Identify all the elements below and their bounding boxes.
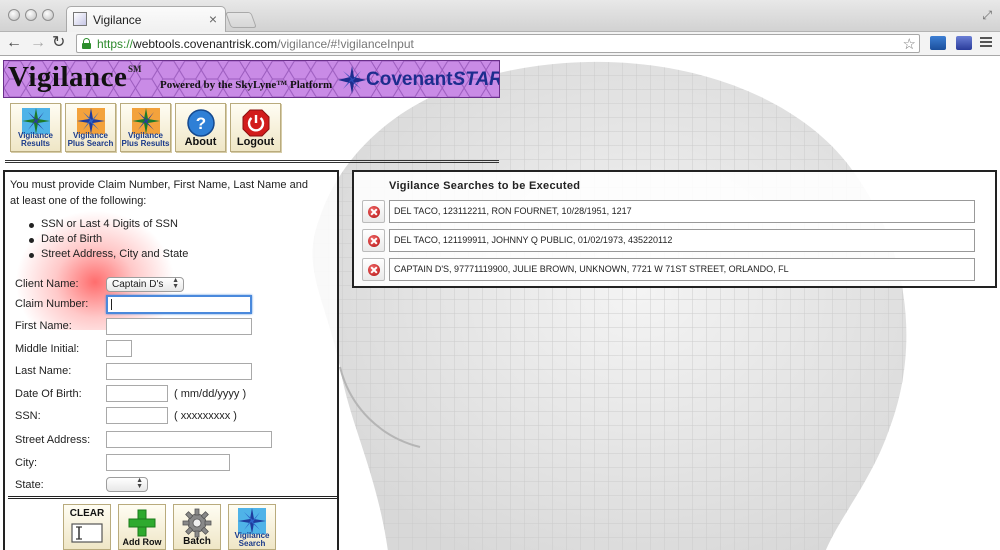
dob-label: Date Of Birth: [15, 388, 82, 400]
background-head-graphic [312, 61, 907, 550]
gear-icon [182, 508, 212, 538]
ssn-input[interactable] [106, 407, 168, 424]
queue-title: Vigilance Searches to be Executed [389, 180, 581, 192]
requirement-list: SSN or Last 4 Digits of SSN Date of Birt… [27, 217, 188, 262]
logout-button[interactable]: Logout [230, 103, 281, 152]
vigilance-search-button[interactable]: Vigilance Search [228, 504, 276, 550]
first-name-input[interactable] [106, 318, 252, 335]
close-icon[interactable]: × [209, 11, 217, 27]
delete-icon [368, 206, 380, 218]
select-arrows-icon: ▲ ▼ [172, 277, 179, 290]
middle-initial-input[interactable] [106, 340, 132, 357]
address-bar[interactable]: https://webtools.covenantrisk.com/vigila… [76, 34, 920, 53]
browser-titlebar: Vigilance × ⤢ [0, 0, 1000, 32]
svg-text:?: ? [195, 114, 205, 133]
help-icon: ? [186, 109, 215, 137]
list-item: Date of Birth [27, 232, 188, 247]
clear-field-icon [71, 523, 103, 543]
covenant-star-logo: CovenantSTAR✦ [366, 69, 500, 90]
add-row-button[interactable]: Add Row [118, 504, 166, 550]
delete-row-button[interactable] [362, 200, 385, 223]
dob-input[interactable] [106, 385, 168, 402]
page: Vigilance SM Powered by the SkyLyne™ Pla… [0, 57, 1000, 550]
form-instructions: You must provide Claim Number, First Nam… [10, 179, 308, 207]
street-address-label: Street Address: [15, 434, 91, 446]
plus-icon [128, 509, 156, 537]
street-address-input[interactable] [106, 431, 272, 448]
new-tab-button[interactable] [225, 12, 257, 28]
vigilance-plus-search-button[interactable]: Vigilance Plus Search [65, 103, 116, 152]
city-label: City: [15, 457, 37, 469]
tab-title: Vigilance [93, 13, 142, 27]
menu-icon[interactable] [980, 37, 992, 49]
covenant-star-icon [338, 66, 366, 94]
state-label: State: [15, 479, 44, 491]
select-arrows-icon: ▲ ▼ [136, 477, 143, 490]
form-divider [8, 496, 338, 499]
queue-row-text: DEL TACO, 121199911, JOHNNY Q PUBLIC, 01… [389, 229, 975, 252]
ssn-format-hint: ( xxxxxxxxx ) [174, 410, 237, 422]
search-input-panel: You must provide Claim Number, First Nam… [3, 170, 339, 550]
delete-row-button[interactable] [362, 229, 385, 252]
client-name-select[interactable]: Captain D's ▲ ▼ [106, 277, 184, 292]
queue-row: DEL TACO, 123112211, RON FOURNET, 10/28/… [362, 200, 975, 223]
delete-row-button[interactable] [362, 258, 385, 281]
browser-tab[interactable]: Vigilance × [66, 6, 226, 32]
extension-icon[interactable] [930, 36, 946, 50]
lock-icon [82, 38, 91, 49]
about-button[interactable]: ? About [175, 103, 226, 152]
print-icon[interactable] [956, 36, 972, 50]
middle-initial-label: Middle Initial: [15, 343, 80, 355]
client-name-label: Client Name: [15, 278, 79, 290]
ssn-label: SSN: [15, 410, 41, 422]
last-name-label: Last Name: [15, 365, 72, 377]
url-text: https://webtools.covenantrisk.com/vigila… [97, 37, 414, 51]
search-queue-panel: Vigilance Searches to be Executed DEL TA… [352, 170, 997, 288]
app-logo-text: Vigilance [8, 61, 128, 93]
back-icon[interactable]: ← [6, 34, 22, 52]
app-banner: Vigilance SM Powered by the SkyLyne™ Pla… [3, 60, 500, 98]
favicon-icon [73, 12, 87, 26]
powered-by-text: Powered by the SkyLyne™ Platform [160, 79, 333, 91]
last-name-input[interactable] [106, 363, 252, 380]
claim-number-label: Claim Number: [15, 298, 89, 310]
vigilance-results-button[interactable]: Vigilance Results [10, 103, 61, 152]
city-input[interactable] [106, 454, 230, 471]
state-select[interactable]: ▲ ▼ [106, 477, 148, 492]
window-minimize-button[interactable] [25, 9, 37, 21]
window-close-button[interactable] [8, 9, 20, 21]
claim-number-input[interactable] [106, 295, 252, 314]
delete-icon [368, 235, 380, 247]
power-icon [242, 109, 269, 137]
header-divider [5, 160, 499, 163]
dob-format-hint: ( mm/dd/yyyy ) [174, 388, 247, 400]
clear-button[interactable]: CLEAR [63, 504, 111, 550]
list-item: Street Address, City and State [27, 247, 188, 262]
first-name-label: First Name: [15, 320, 72, 332]
list-item: SSN or Last 4 Digits of SSN [27, 217, 188, 232]
bookmark-star-icon[interactable]: ☆ [903, 35, 916, 53]
fullscreen-icon[interactable]: ⤢ [982, 8, 992, 23]
queue-row: CAPTAIN D'S, 97771119900, JULIE BROWN, U… [362, 258, 975, 281]
delete-icon [368, 264, 380, 276]
queue-row: DEL TACO, 121199911, JOHNNY Q PUBLIC, 01… [362, 229, 975, 252]
reload-icon[interactable]: ↻ [52, 34, 65, 52]
browser-toolbar: ← → ↻ https://webtools.covenantrisk.com/… [0, 32, 1000, 56]
vigilance-plus-results-button[interactable]: Vigilance Plus Results [120, 103, 171, 152]
forward-icon[interactable]: → [30, 34, 46, 52]
queue-row-text: DEL TACO, 123112211, RON FOURNET, 10/28/… [389, 200, 975, 223]
window-zoom-button[interactable] [42, 9, 54, 21]
queue-row-text: CAPTAIN D'S, 97771119900, JULIE BROWN, U… [389, 258, 975, 281]
service-mark: SM [128, 64, 142, 74]
batch-button[interactable]: Batch [173, 504, 221, 550]
